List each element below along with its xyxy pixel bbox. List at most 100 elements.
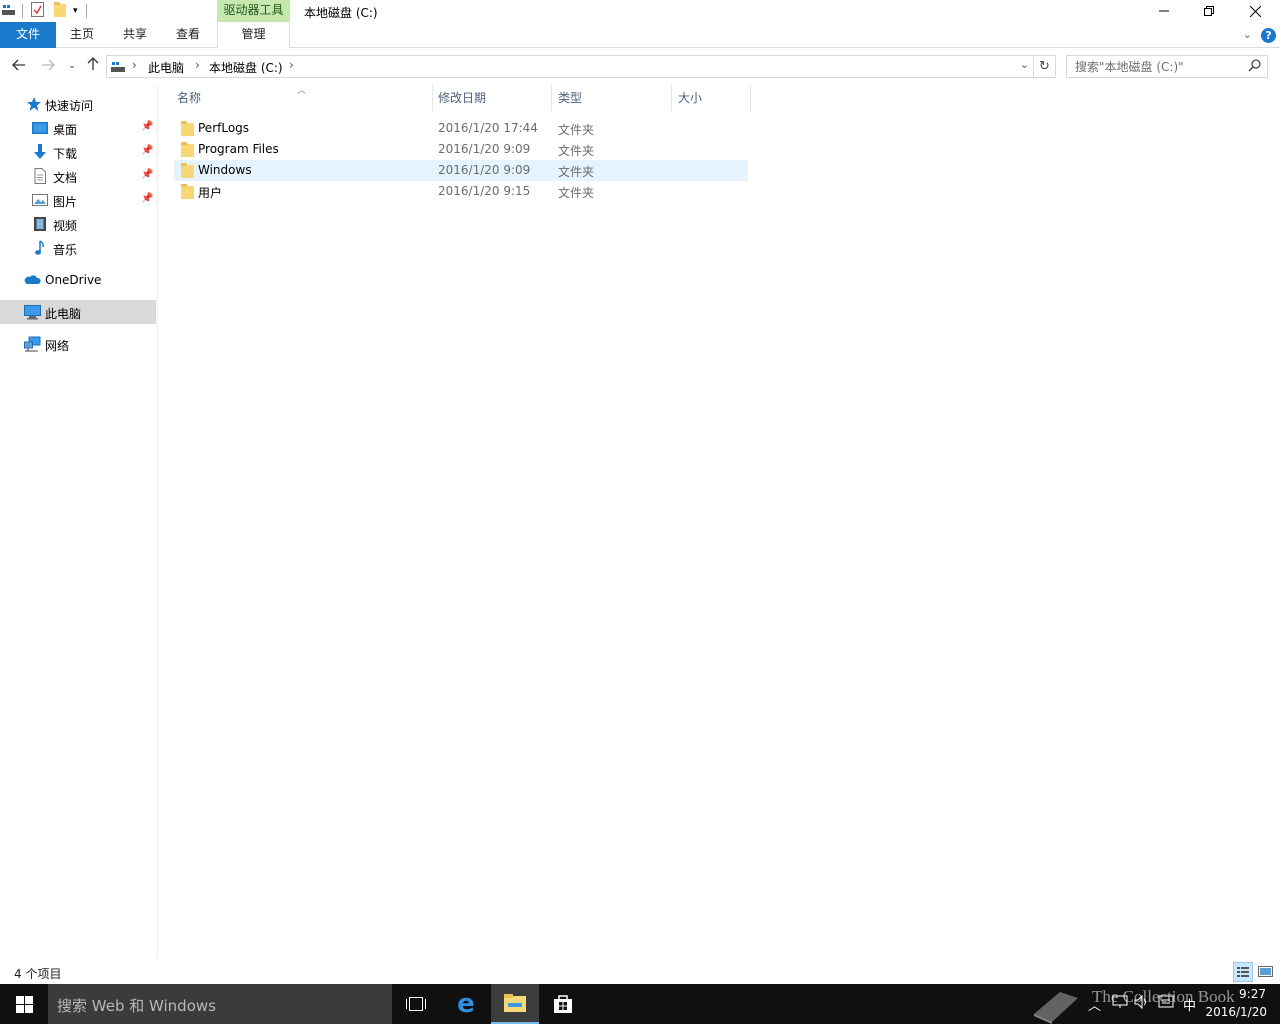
task-view-button[interactable] [392,984,440,1024]
window-title: 本地磁盘 (C:) [304,6,378,20]
file-row[interactable]: 用户 2016/1/20 9:15 文件夹 [174,181,748,202]
help-icon[interactable]: ? [1261,28,1276,43]
taskbar-search-box[interactable]: 搜索 Web 和 Windows [48,984,392,1024]
item-count: 4 个项目 [14,967,62,981]
drive-icon [110,60,126,76]
expand-ribbon-icon[interactable]: ⌄ [1243,28,1252,41]
file-explorer-button[interactable] [491,984,539,1024]
file-name: 用户 [198,186,223,200]
column-header-type[interactable]: 类型 [552,85,670,111]
tab-manage[interactable]: 管理 [217,22,290,48]
action-center-icon[interactable] [1158,995,1174,1013]
network-status-icon[interactable] [1112,995,1128,1013]
status-bar: 4 个项目 [0,962,1280,984]
back-button[interactable] [9,56,29,76]
pin-icon[interactable]: 📌 [141,121,153,132]
nav-item-documents[interactable]: 文档 📌 [0,164,156,188]
nav-onedrive[interactable]: OneDrive [0,268,156,292]
file-row[interactable]: PerfLogs 2016/1/20 17:44 文件夹 [174,118,748,139]
details-view-button[interactable] [1233,962,1253,982]
file-name: Program Files [198,142,279,156]
nav-label: OneDrive [45,273,102,287]
minimize-button[interactable] [1141,0,1187,22]
nav-item-pictures[interactable]: 图片 📌 [0,188,156,212]
nav-label: 图片 [53,195,78,209]
recent-locations-button[interactable]: ⌄ [62,56,82,76]
search-icon[interactable] [1248,59,1261,75]
start-button[interactable] [0,984,48,1024]
search-box[interactable] [1066,55,1268,78]
back-arrow-icon [12,59,25,71]
tab-view[interactable]: 查看 [162,22,214,48]
column-header-date[interactable]: 修改日期 [432,85,550,111]
network-icon [24,336,41,352]
new-folder-icon[interactable] [54,2,67,20]
folder-icon [181,142,194,157]
nav-item-downloads[interactable]: 下载 📌 [0,140,156,164]
file-explorer-icon [504,994,526,1012]
address-dropdown-icon[interactable]: ⌄ [1020,58,1029,71]
picture-icon [32,192,48,208]
refresh-icon: ↻ [1039,59,1050,74]
close-button[interactable] [1232,0,1278,22]
store-button[interactable] [539,984,587,1024]
file-date: 2016/1/20 9:09 [438,163,531,177]
nav-label: 文档 [53,171,78,185]
chevron-down-icon: ⌄ [68,61,76,71]
address-bar[interactable]: › 此电脑 › 本地磁盘 (C:) › ⌄ [106,55,1034,78]
nav-quick-access[interactable]: 快速访问 [0,92,156,116]
pin-icon[interactable]: 📌 [141,193,153,204]
large-icons-view-button[interactable] [1257,963,1275,981]
forward-button[interactable] [38,56,58,76]
tab-home[interactable]: 主页 [56,22,108,48]
up-arrow-icon [87,57,99,70]
drive-icon[interactable] [2,4,16,19]
volume-icon[interactable] [1134,994,1150,1013]
desktop-icon [32,120,48,136]
nav-item-videos[interactable]: 视频 [0,212,156,236]
search-input[interactable] [1067,56,1245,77]
nav-label: 快速访问 [45,99,94,113]
nav-item-music[interactable]: 音乐 [0,236,156,260]
nav-item-desktop[interactable]: 桌面 📌 [0,116,156,140]
restore-button[interactable] [1186,0,1232,22]
breadcrumb-this-pc[interactable]: 此电脑 [148,59,184,76]
folder-icon [181,121,194,136]
cloud-icon [24,272,41,288]
clock-date[interactable]: 2016/1/20 [1205,1005,1267,1019]
tab-share[interactable]: 共享 [108,22,162,48]
edge-button[interactable]: e [442,984,490,1024]
properties-icon[interactable] [31,2,44,20]
refresh-button[interactable]: ↻ [1034,55,1056,78]
show-hidden-icons-icon[interactable]: ︿ [1088,995,1101,1014]
navigation-pane: 快速访问 桌面 📌 下载 📌 文档 📌 图片 📌 视频 音乐 OneDrive … [0,85,158,958]
nav-network[interactable]: 网络 [0,332,156,356]
pin-icon[interactable]: 📌 [141,169,153,180]
file-date: 2016/1/20 9:15 [438,184,531,198]
tab-file[interactable]: 文件 [0,22,56,48]
column-header-name[interactable]: 名称 [171,85,431,111]
file-row[interactable]: Windows 2016/1/20 9:09 文件夹 [174,160,748,181]
column-header-size[interactable]: 大小 [672,85,750,111]
column-divider[interactable] [750,85,751,111]
music-icon [32,240,48,256]
file-name: PerfLogs [198,121,250,135]
star-icon [26,96,42,112]
breadcrumb-separator[interactable]: › [132,58,137,72]
up-button[interactable] [83,56,103,76]
pin-icon[interactable]: 📌 [141,145,153,156]
breadcrumb-separator[interactable]: › [289,58,294,72]
computer-icon [24,304,41,320]
download-icon [32,144,48,160]
nav-this-pc[interactable]: 此电脑 [0,300,156,324]
details-view-icon [1237,967,1249,977]
file-row[interactable]: Program Files 2016/1/20 9:09 文件夹 [174,139,748,160]
clock-time[interactable]: 9:27 [1239,987,1266,1001]
breadcrumb-local-disk[interactable]: 本地磁盘 (C:) [209,59,283,76]
ime-indicator[interactable]: 中 [1183,995,1196,1014]
customize-qat-icon[interactable]: ▾ [73,6,78,16]
store-icon [554,995,572,1013]
folder-icon [181,163,194,178]
breadcrumb-separator[interactable]: › [195,58,200,72]
file-type: 文件夹 [558,123,595,137]
